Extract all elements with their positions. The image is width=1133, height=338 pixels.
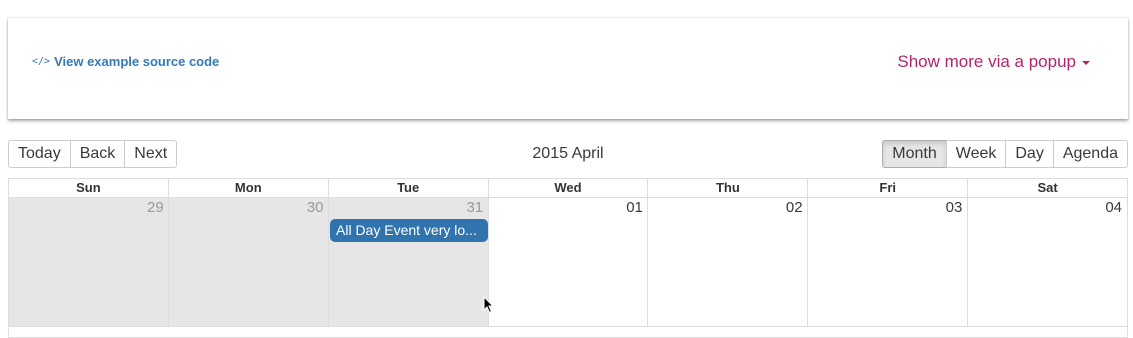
- weekday-fri: Fri: [807, 179, 967, 197]
- week-row: 29 30 31 01 02 03 04 All Day Event very …: [9, 198, 1127, 327]
- caret-down-icon: [1082, 61, 1090, 65]
- weekday-tue: Tue: [327, 179, 488, 197]
- back-button[interactable]: Back: [69, 140, 126, 168]
- month-view: Sun Mon Tue Wed Thu Fri Sat 29 30 31 01 …: [8, 178, 1128, 338]
- date-link[interactable]: 01: [488, 198, 648, 218]
- weekday-thu: Thu: [647, 179, 807, 197]
- date-link[interactable]: 02: [648, 198, 808, 218]
- agenda-view-button[interactable]: Agenda: [1052, 140, 1128, 168]
- date-numbers: 29 30 31 01 02 03 04: [9, 198, 1127, 218]
- weekday-sat: Sat: [967, 179, 1127, 197]
- weekday-mon: Mon: [167, 179, 328, 197]
- popup-toggle-label: Show more via a popup: [897, 52, 1076, 71]
- navigation-buttons: Today Back Next: [8, 140, 178, 168]
- view-buttons: Month Week Day Agenda: [882, 140, 1128, 168]
- example-card: </> View example source code Show more v…: [8, 18, 1128, 119]
- code-icon: </>: [32, 56, 51, 67]
- next-button[interactable]: Next: [124, 140, 178, 168]
- view-source-link[interactable]: </> View example source code: [32, 54, 219, 69]
- weekday-sun: Sun: [76, 180, 101, 195]
- day-view-button[interactable]: Day: [1005, 140, 1054, 168]
- all-day-event[interactable]: All Day Event very lo...: [330, 219, 488, 242]
- weekday-wed: Wed: [487, 179, 648, 197]
- month-view-button[interactable]: Month: [882, 140, 947, 168]
- weekday-header: Sun Mon Tue Wed Thu Fri Sat: [9, 179, 1127, 198]
- date-link[interactable]: 29: [9, 198, 169, 218]
- view-source-label: View example source code: [54, 54, 220, 69]
- date-link[interactable]: 03: [808, 198, 968, 218]
- date-link[interactable]: 04: [967, 198, 1127, 218]
- week-view-button[interactable]: Week: [945, 140, 1007, 168]
- calendar-toolbar: 2015 April Today Back Next Month Week Da…: [8, 140, 1128, 168]
- date-link[interactable]: 31: [328, 198, 488, 218]
- date-link[interactable]: 30: [169, 198, 329, 218]
- popup-dropdown-toggle[interactable]: Show more via a popup: [897, 52, 1090, 72]
- today-button[interactable]: Today: [8, 140, 71, 168]
